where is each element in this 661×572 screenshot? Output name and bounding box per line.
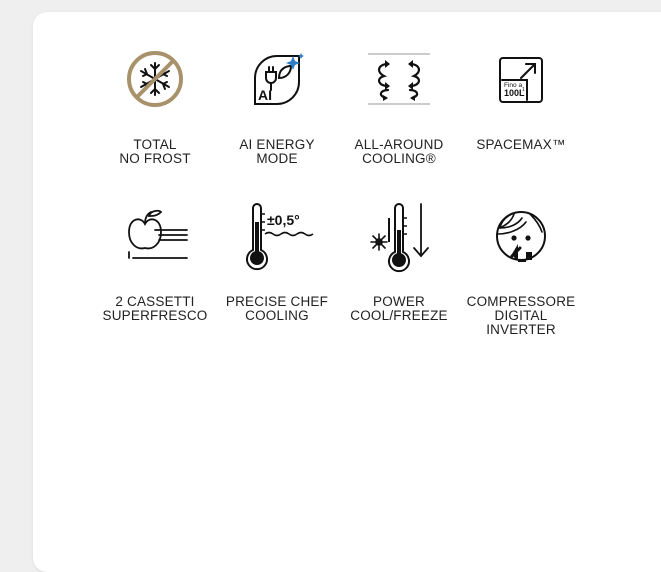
features-card: TOTAL NO FROST AI AI ENERGY MODE ALL-ARO… — [33, 12, 661, 572]
feature-label: PRECISE CHEF COOLING — [225, 294, 329, 323]
ai-text: AI — [258, 87, 272, 103]
feature-label: POWER COOL/FREEZE — [350, 294, 448, 323]
feature-label: AI ENERGY MODE — [239, 137, 315, 166]
feature-label: 2 CASSETTI SUPERFRESCO — [102, 294, 208, 323]
no-frost-icon — [127, 51, 183, 107]
crisper-drawers-icon — [128, 209, 188, 259]
ai-energy-icon: AI — [254, 53, 304, 105]
precise-chef-icon: ±0,5° — [246, 203, 314, 271]
feature-label: TOTAL NO FROST — [119, 137, 191, 166]
all-around-cooling-icon — [368, 53, 430, 105]
feature-label: SPACEMAX™ — [476, 137, 566, 152]
svg-text:±0,5°: ±0,5° — [267, 212, 300, 228]
feature-label: ALL-AROUND COOLING® — [354, 137, 444, 166]
feature-label: COMPRESSORE DIGITAL INVERTER — [466, 294, 576, 337]
power-cool-freeze-icon — [370, 203, 429, 273]
svg-text:1: 1 — [522, 87, 525, 93]
spacemax-icon: Fino a 100L 1 — [499, 57, 543, 103]
digital-inverter-icon — [496, 211, 546, 262]
